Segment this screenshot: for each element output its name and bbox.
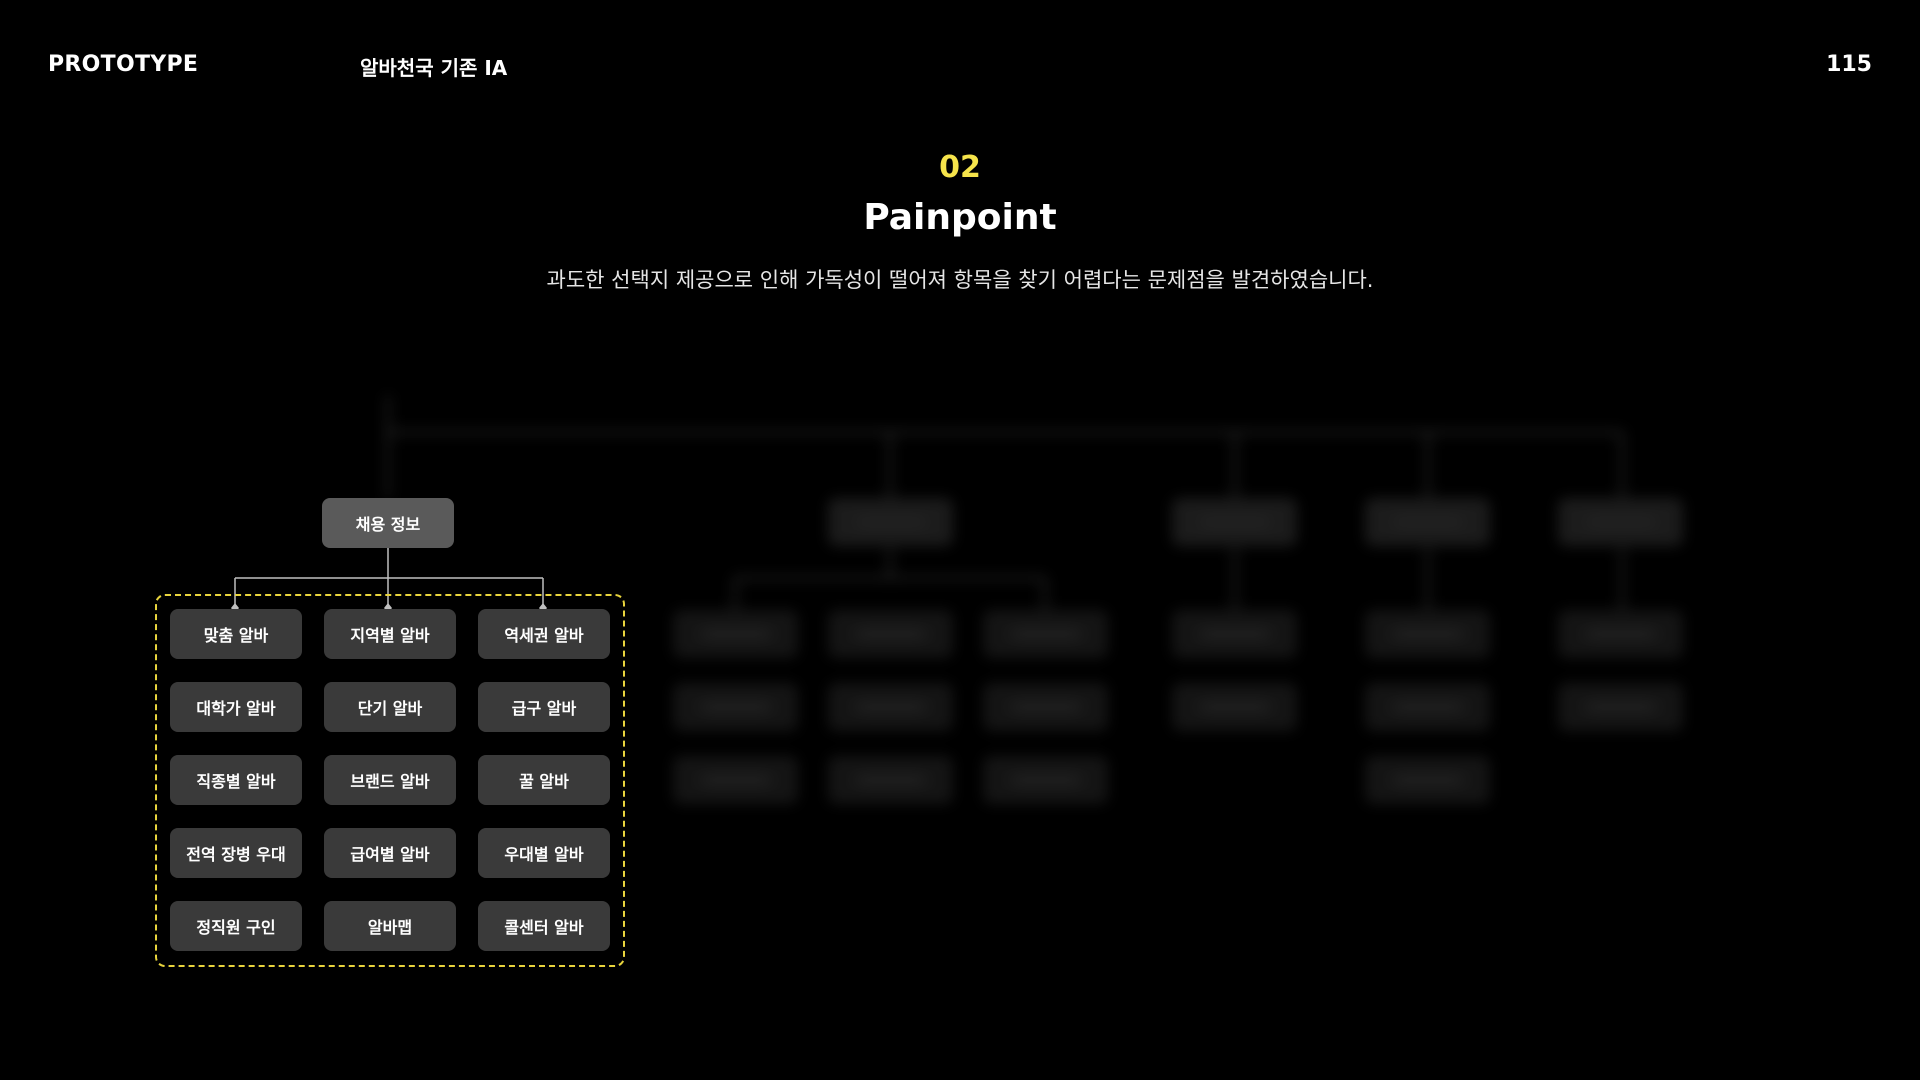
menu-item: 정직원 구인 bbox=[170, 901, 302, 951]
menu-item: 직종별 알바 bbox=[170, 755, 302, 805]
menu-item: 콜센터 알바 bbox=[478, 901, 610, 951]
menu-item: 브랜드 알바 bbox=[324, 755, 456, 805]
ia-diagram: 채용 정보 맞춤 알바 지역별 알바 역세권 알바대학가 알바 단기 알바 급구 알바직… bbox=[0, 0, 1920, 1080]
root-node-job-info: 채용 정보 bbox=[322, 498, 454, 548]
menu-item: 알바맵 bbox=[324, 901, 456, 951]
menu-item: 꿀 알바 bbox=[478, 755, 610, 805]
menu-item: 대학가 알바 bbox=[170, 682, 302, 732]
menu-item: 전역 장병 우대 bbox=[170, 828, 302, 878]
menu-item: 우대별 알바 bbox=[478, 828, 610, 878]
menu-item: 단기 알바 bbox=[324, 682, 456, 732]
menu-item: 급구 알바 bbox=[478, 682, 610, 732]
menu-item: 역세권 알바 bbox=[478, 609, 610, 659]
menu-item: 급여별 알바 bbox=[324, 828, 456, 878]
menu-item: 맞춤 알바 bbox=[170, 609, 302, 659]
menu-item: 지역별 알바 bbox=[324, 609, 456, 659]
